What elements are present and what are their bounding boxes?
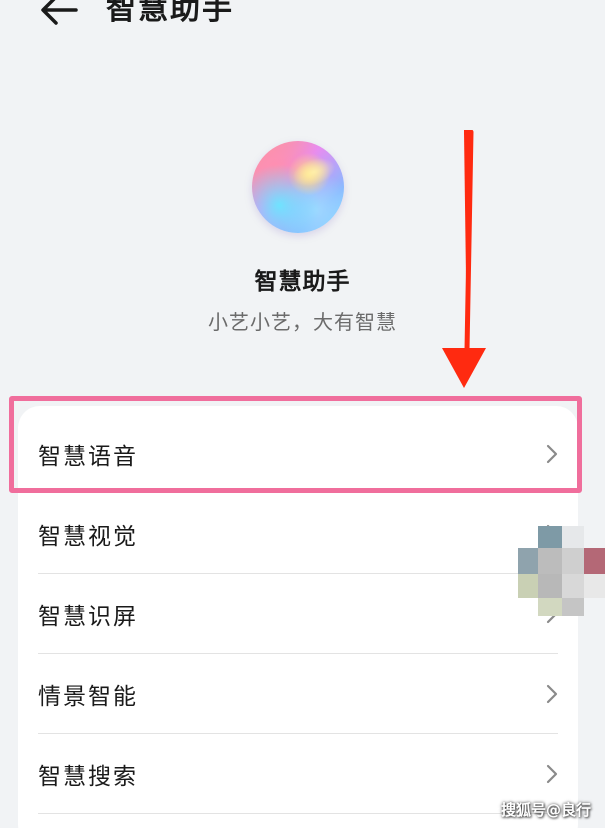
divider (38, 813, 558, 814)
chevron-right-icon (546, 764, 558, 784)
page-title: 智慧助手 (106, 0, 234, 27)
menu-item-label: 智慧搜索 (38, 764, 138, 790)
arrow-left-icon (41, 0, 78, 25)
highlight-frame (9, 396, 582, 493)
menu-item-smart-search[interactable]: 智慧搜索 (18, 734, 578, 814)
menu-item-label: 情景智能 (38, 684, 138, 710)
annotation-arrow-icon (442, 130, 486, 388)
menu-item-scene-intelligence[interactable]: 情景智能 (18, 654, 578, 734)
app-subtitle: 小艺小艺，大有智慧 (208, 310, 397, 334)
menu-item-label: 智慧识屏 (38, 604, 138, 630)
back-button[interactable] (36, 0, 84, 34)
menu-item-smart-vision[interactable]: 智慧视觉 (18, 494, 578, 574)
menu-item-screen-recognition[interactable]: 智慧识屏 (18, 574, 578, 654)
watermark-text: 搜狐号@良行 (500, 801, 591, 819)
settings-page: 智慧助手 智慧助手 小艺小艺，大有智慧 智慧语音 智慧视觉 智慧识屏 情景智能 … (0, 0, 605, 828)
menu-item-label: 智慧视觉 (38, 524, 138, 550)
chevron-right-icon (546, 684, 558, 704)
app-name: 智慧助手 (254, 269, 351, 295)
blurred-floating-ball-icon (518, 526, 605, 616)
celia-orb-logo (252, 141, 344, 233)
